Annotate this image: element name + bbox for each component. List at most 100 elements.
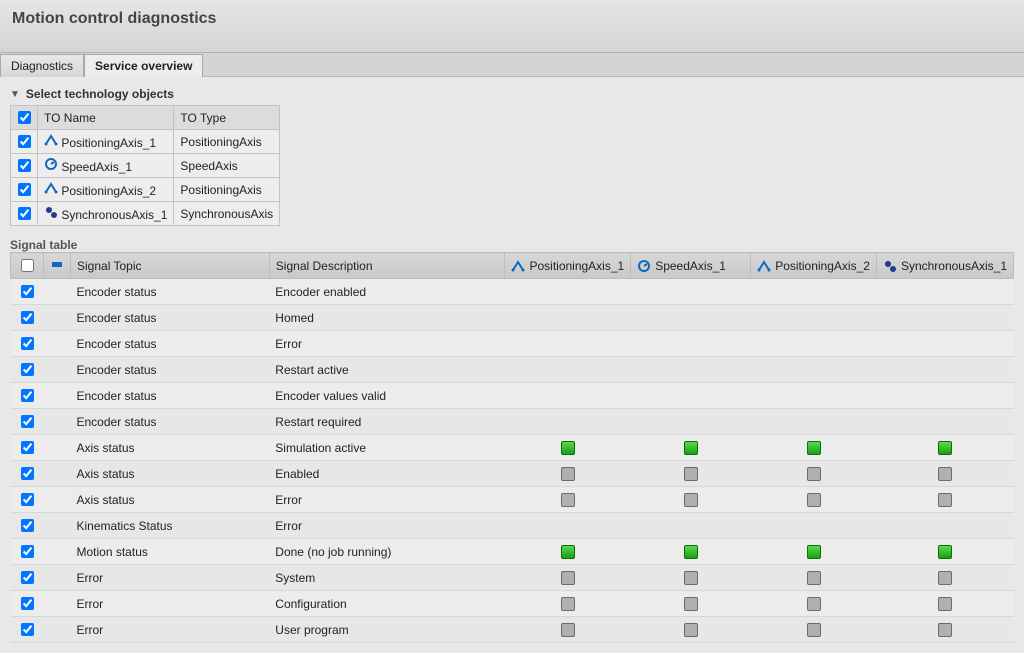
- signal-row: ErrorConfiguration: [11, 591, 1014, 617]
- signal-topic-cell: Error: [71, 565, 270, 591]
- signal-row-icon: [44, 435, 71, 461]
- status-led-icon: [561, 545, 575, 559]
- signal-row-checkbox[interactable]: [21, 311, 34, 324]
- to-name-cell: PositioningAxis_2: [38, 178, 174, 202]
- signal-row-checkbox[interactable]: [21, 571, 34, 584]
- signal-row-checkbox[interactable]: [21, 415, 34, 428]
- status-led-icon: [684, 597, 698, 611]
- signal-topic-cell: Motion status: [71, 539, 270, 565]
- signal-row-checkbox[interactable]: [21, 285, 34, 298]
- axis-col-3[interactable]: SynchronousAxis_1: [876, 253, 1013, 279]
- signal-desc-cell: System: [269, 565, 505, 591]
- axis-cell: [631, 539, 751, 565]
- signal-header-row: Signal Topic Signal Description Position…: [11, 253, 1014, 279]
- axis-header-label: SynchronousAxis_1: [901, 259, 1007, 273]
- signal-row-checkbox[interactable]: [21, 467, 34, 480]
- axis-type-icon: [511, 259, 525, 273]
- signal-row-checkbox[interactable]: [21, 389, 34, 402]
- status-led-icon: [561, 467, 575, 481]
- axis-col-0[interactable]: PositioningAxis_1: [505, 253, 631, 279]
- axis-type-icon: [883, 259, 897, 273]
- signal-row-checkbox[interactable]: [21, 623, 34, 636]
- axis-type-icon: [44, 205, 58, 219]
- signal-row-icon: [44, 617, 71, 643]
- axis-cell: [876, 357, 1013, 383]
- tab-diagnostics[interactable]: Diagnostics: [0, 54, 84, 77]
- axis-cell: [505, 435, 631, 461]
- signal-topic-header[interactable]: Signal Topic: [71, 253, 270, 279]
- axis-cell: [751, 617, 877, 643]
- signal-row: Axis statusEnabled: [11, 461, 1014, 487]
- axis-col-2[interactable]: PositioningAxis_2: [751, 253, 877, 279]
- axis-cell: [876, 435, 1013, 461]
- signal-topic-cell: Encoder status: [71, 383, 270, 409]
- axis-cell: [631, 357, 751, 383]
- signal-row: Encoder statusHomed: [11, 305, 1014, 331]
- to-name-header[interactable]: TO Name: [38, 106, 174, 130]
- axis-cell: [505, 279, 631, 305]
- axis-type-icon: [44, 133, 58, 147]
- signal-desc-cell: Configuration: [269, 591, 505, 617]
- window-header: Motion control diagnostics: [0, 0, 1024, 53]
- signal-topic-cell: Encoder status: [71, 409, 270, 435]
- signal-row-checkbox[interactable]: [21, 519, 34, 532]
- tab-service-overview[interactable]: Service overview: [84, 54, 203, 77]
- status-led-icon: [561, 493, 575, 507]
- signal-topic-cell: Kinematics Status: [71, 513, 270, 539]
- signal-row: Encoder statusEncoder values valid: [11, 383, 1014, 409]
- axis-cell: [631, 305, 751, 331]
- axis-cell: [751, 591, 877, 617]
- axis-cell: [631, 435, 751, 461]
- to-checkall-checkbox[interactable]: [18, 111, 31, 124]
- signal-checkall-checkbox[interactable]: [21, 259, 34, 272]
- axis-cell: [505, 357, 631, 383]
- to-row-checkbox[interactable]: [18, 183, 31, 196]
- axis-cell: [751, 305, 877, 331]
- signal-desc-header[interactable]: Signal Description: [269, 253, 505, 279]
- axis-cell: [876, 331, 1013, 357]
- axis-cell: [876, 305, 1013, 331]
- signal-row-checkbox[interactable]: [21, 545, 34, 558]
- axis-cell: [876, 617, 1013, 643]
- status-led-icon: [938, 467, 952, 481]
- to-row[interactable]: PositioningAxis_1PositioningAxis: [11, 130, 280, 154]
- to-row[interactable]: SynchronousAxis_1SynchronousAxis: [11, 202, 280, 226]
- signal-row-checkbox[interactable]: [21, 337, 34, 350]
- signal-topic-cell: Axis status: [71, 435, 270, 461]
- signal-row-checkbox[interactable]: [21, 597, 34, 610]
- status-led-icon: [561, 597, 575, 611]
- to-row-checkbox[interactable]: [18, 135, 31, 148]
- status-led-icon: [807, 597, 821, 611]
- axis-header-label: PositioningAxis_1: [529, 259, 624, 273]
- signal-desc-cell: Restart active: [269, 357, 505, 383]
- axis-cell: [876, 487, 1013, 513]
- axis-cell: [505, 591, 631, 617]
- axis-header-label: SpeedAxis_1: [655, 259, 726, 273]
- signal-row-icon: [44, 487, 71, 513]
- axis-cell: [876, 539, 1013, 565]
- to-table: TO Name TO Type PositioningAxis_1Positio…: [10, 105, 280, 226]
- to-type-cell: PositioningAxis: [174, 178, 280, 202]
- axis-cell: [631, 513, 751, 539]
- axis-col-1[interactable]: SpeedAxis_1: [631, 253, 751, 279]
- signal-row-checkbox[interactable]: [21, 493, 34, 506]
- to-type-header[interactable]: TO Type: [174, 106, 280, 130]
- axis-cell: [631, 487, 751, 513]
- status-led-icon: [684, 571, 698, 585]
- axis-cell: [751, 357, 877, 383]
- status-led-icon: [684, 623, 698, 637]
- status-led-icon: [807, 623, 821, 637]
- to-row[interactable]: SpeedAxis_1SpeedAxis: [11, 154, 280, 178]
- to-row-checkbox[interactable]: [18, 207, 31, 220]
- axis-cell: [505, 539, 631, 565]
- to-type-cell: SynchronousAxis: [174, 202, 280, 226]
- signal-desc-cell: Enabled: [269, 461, 505, 487]
- axis-cell: [631, 591, 751, 617]
- signal-row-checkbox[interactable]: [21, 363, 34, 376]
- to-row[interactable]: PositioningAxis_2PositioningAxis: [11, 178, 280, 202]
- status-led-icon: [807, 571, 821, 585]
- select-to-section-header[interactable]: ▼ Select technology objects: [10, 87, 1014, 101]
- to-row-checkbox[interactable]: [18, 159, 31, 172]
- signal-desc-cell: Restart required: [269, 409, 505, 435]
- signal-row-checkbox[interactable]: [21, 441, 34, 454]
